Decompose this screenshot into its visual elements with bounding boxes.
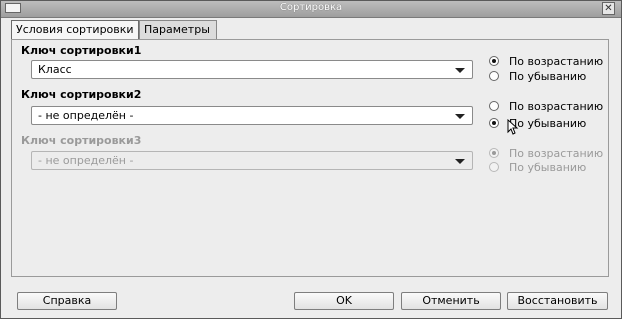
sort-dialog: Сортировка ✕ Условия сортировки Параметр…: [0, 0, 622, 319]
mouse-cursor-icon: [507, 119, 519, 135]
chevron-down-icon[interactable]: [455, 68, 465, 73]
sort-key-2-value: - не определён -: [38, 109, 134, 122]
sort-key-1-descending-radio[interactable]: [489, 71, 499, 81]
sort-key-3-descending-label: По убыванию: [509, 161, 587, 174]
title-bar[interactable]: Сортировка ✕: [1, 1, 621, 18]
sort-key-3-value: - не определён -: [38, 154, 134, 167]
sort-key-1-ascending-radio[interactable]: [489, 56, 499, 66]
tab-sort-criteria[interactable]: Условия сортировки: [11, 20, 139, 40]
sort-key-1-descending-label: По убыванию: [509, 70, 587, 83]
sort-key-2-descending-label: По убыванию: [509, 117, 587, 130]
sort-key-2-ascending-label: По возрастанию: [509, 100, 604, 113]
close-button[interactable]: ✕: [602, 2, 615, 15]
help-button[interactable]: Справка: [17, 292, 117, 310]
tab-options[interactable]: Параметры: [139, 20, 217, 39]
sort-key-1-value: Класс: [38, 63, 72, 76]
sort-key-3-label: Ключ сортировки3: [21, 134, 142, 147]
sort-key-3-ascending-label: По возрастанию: [509, 147, 604, 160]
cancel-button[interactable]: Отменить: [401, 292, 501, 310]
sort-key-3-ascending-radio: [489, 148, 499, 158]
sort-key-3-select: - не определён -: [31, 151, 473, 170]
sort-key-1-label: Ключ сортировки1: [21, 44, 142, 57]
reset-button[interactable]: Восстановить: [507, 292, 608, 310]
sort-key-1-ascending-label: По возрастанию: [509, 55, 604, 68]
sort-key-2-descending-radio[interactable]: [489, 118, 499, 128]
sort-key-2-select[interactable]: - не определён -: [31, 106, 473, 125]
sort-key-2-label: Ключ сортировки2: [21, 88, 142, 101]
chevron-down-icon[interactable]: [455, 114, 465, 119]
sort-key-2-ascending-radio[interactable]: [489, 101, 499, 111]
chevron-down-icon: [455, 159, 465, 164]
sort-key-3-descending-radio: [489, 162, 499, 172]
ok-button[interactable]: OK: [294, 292, 394, 310]
window-title: Сортировка: [279, 2, 343, 13]
sort-key-1-select[interactable]: Класс: [31, 60, 473, 79]
